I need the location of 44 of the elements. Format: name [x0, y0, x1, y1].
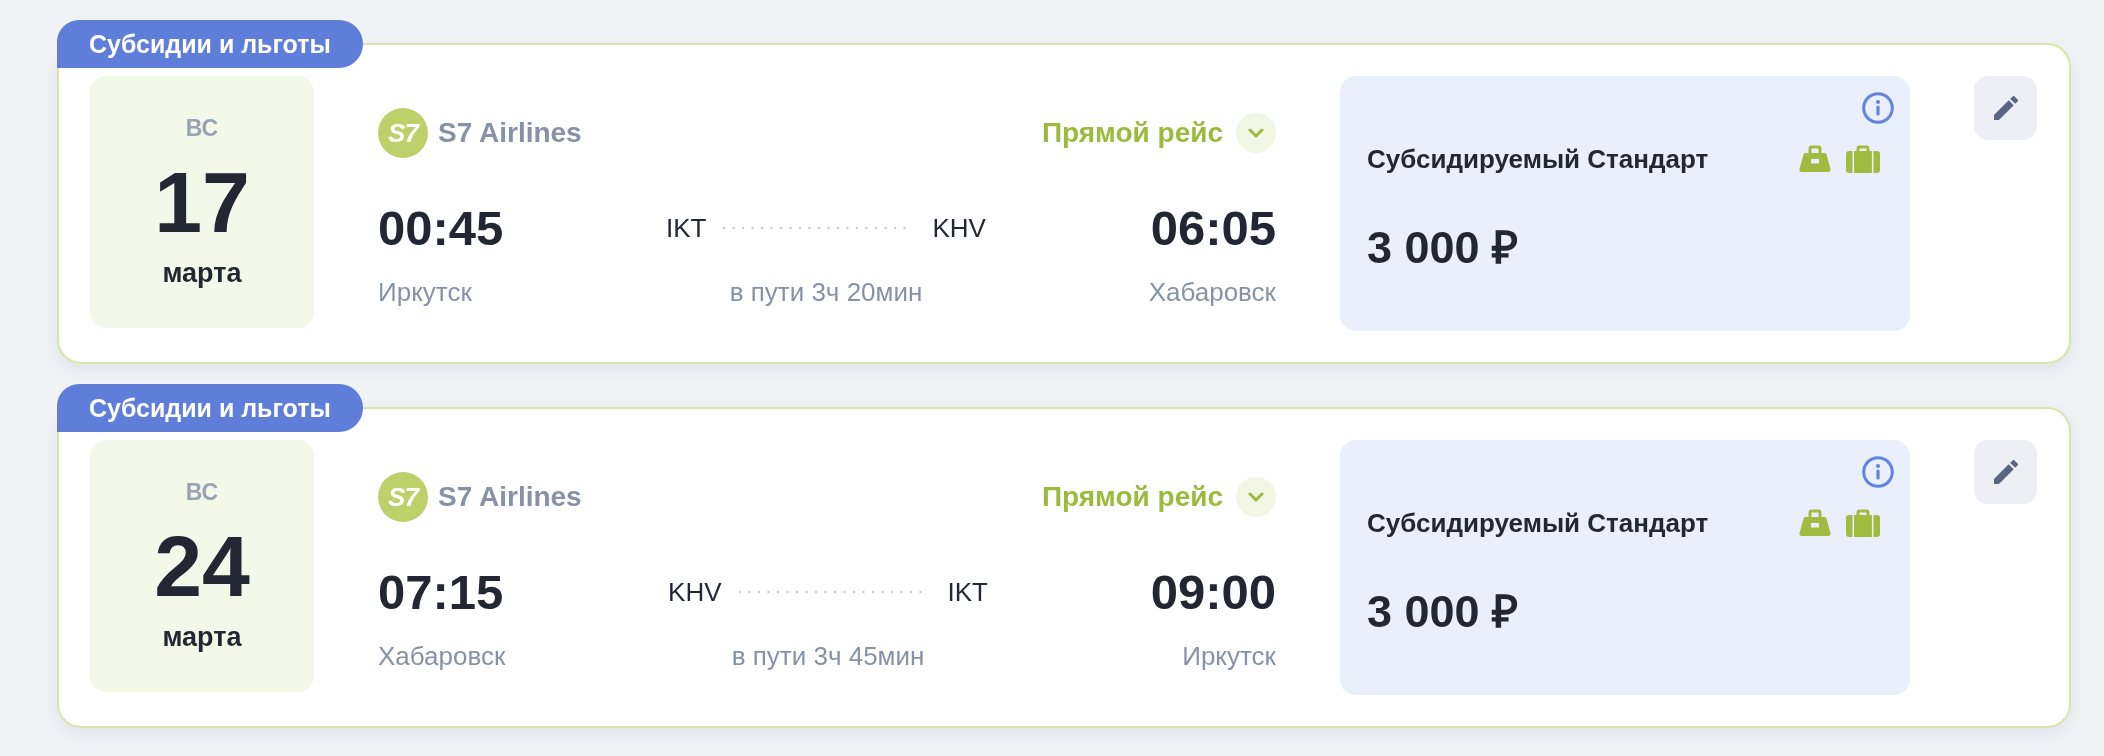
departure-code: IKT: [666, 212, 707, 244]
edit-button[interactable]: [1974, 76, 2037, 140]
info-icon[interactable]: [1862, 92, 1894, 124]
arrival-code: IKT: [947, 576, 988, 608]
airline-logo: S7: [378, 472, 428, 522]
weekday-label: ВС: [185, 478, 219, 506]
day-number: 17: [154, 160, 250, 244]
departure-time: 00:45: [378, 200, 504, 256]
departure-time: 07:15: [378, 564, 505, 620]
handbag-icon: [1799, 509, 1831, 537]
route-type-label: Прямой рейс: [1041, 116, 1223, 150]
departure-city: Хабаровск: [378, 640, 506, 672]
arrival-city: Иркутск: [1181, 640, 1276, 672]
category-tag: Субсидии и льготы: [57, 384, 363, 432]
category-tag: Субсидии и льготы: [57, 20, 363, 68]
pencil-icon: [1993, 96, 2018, 120]
weekday-label: ВС: [185, 114, 219, 142]
fare-price: 3 000 ₽: [1367, 222, 1520, 274]
route-type-label: Прямой рейс: [1041, 480, 1223, 514]
day-number: 24: [154, 524, 250, 608]
fare-price: 3 000 ₽: [1367, 586, 1520, 638]
month-label: марта: [162, 621, 242, 653]
airline-name: S7 Airlines: [438, 480, 582, 514]
edit-button[interactable]: [1974, 440, 2037, 504]
expand-button[interactable]: [1236, 113, 1276, 153]
flight-duration: в пути 3ч 20мин: [729, 276, 923, 308]
airline-name: S7 Airlines: [438, 116, 582, 150]
info-icon[interactable]: [1862, 456, 1894, 488]
arrival-city: Хабаровск: [1148, 276, 1276, 308]
arrival-time: 09:00: [1150, 564, 1276, 620]
month-label: марта: [162, 257, 242, 289]
handbag-icon: [1799, 145, 1831, 173]
pencil-icon: [1993, 460, 2018, 484]
departure-city: Иркутск: [378, 276, 473, 308]
fare-name: Субсидируемый Стандарт: [1367, 507, 1709, 539]
arrival-code: KHV: [932, 212, 986, 244]
suitcase-icon: [1846, 145, 1880, 173]
departure-code: KHV: [668, 576, 722, 608]
airline-logo: S7: [378, 108, 428, 158]
suitcase-icon: [1846, 509, 1880, 537]
fare-name: Субсидируемый Стандарт: [1367, 143, 1709, 175]
expand-button[interactable]: [1236, 477, 1276, 517]
flight-duration: в пути 3ч 45мин: [731, 640, 925, 672]
arrival-time: 06:05: [1149, 200, 1276, 256]
